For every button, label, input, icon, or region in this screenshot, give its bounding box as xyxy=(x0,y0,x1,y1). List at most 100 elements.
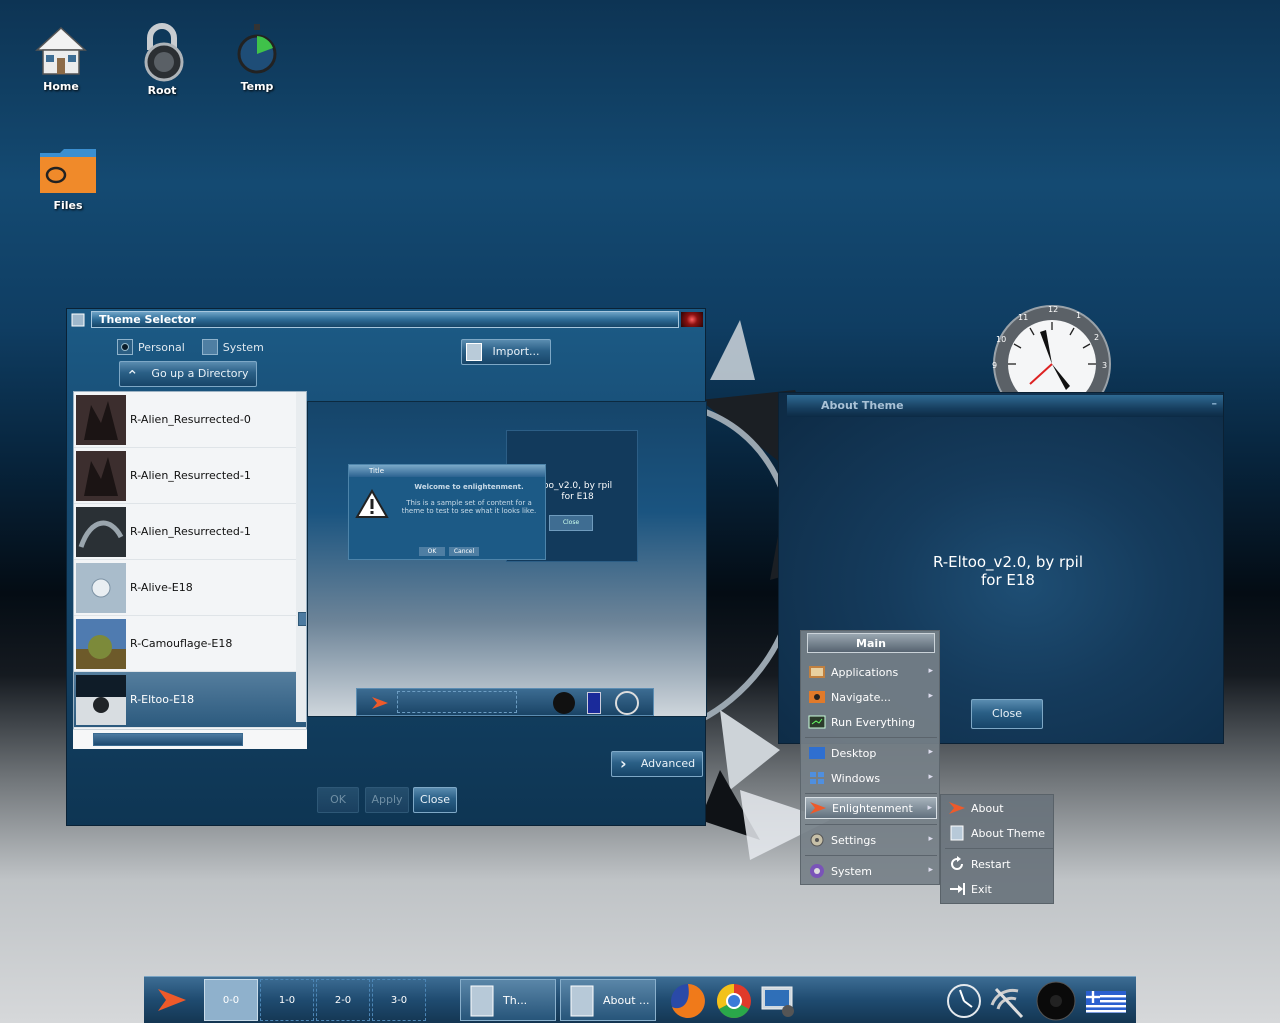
pager-desk-2[interactable]: 2-0 xyxy=(316,979,370,1021)
list-item[interactable]: R-Alien_Resurrected-1 xyxy=(74,448,306,504)
window-close-icon[interactable] xyxy=(681,312,703,327)
about-line: R-Eltoo_v2.0, by rpil xyxy=(932,553,1084,571)
keyboard-layout-flag-icon[interactable] xyxy=(1084,981,1128,1021)
list-item[interactable]: R-Alien_Resurrected-0 xyxy=(74,392,306,448)
submenu-arrow-icon: ▸ xyxy=(928,834,933,844)
firefox-icon[interactable] xyxy=(668,981,708,1021)
desktop-icon-temp[interactable]: Temp xyxy=(212,22,302,93)
theme-preview: oo_v2.0, by rpil for E18 Close Title Welc… xyxy=(307,401,707,717)
task-theme-selector[interactable]: Th... xyxy=(460,979,556,1021)
menu-item-settings[interactable]: Settings ▸ xyxy=(805,829,937,851)
preview-shelf xyxy=(356,688,654,716)
menu-item-applications[interactable]: Applications ▸ xyxy=(805,661,937,683)
list-item[interactable]: R-Alien_Resurrected-1 xyxy=(74,504,306,560)
menu-item-exit[interactable]: Exit xyxy=(945,878,1077,900)
menu-item-about-theme[interactable]: About Theme xyxy=(945,822,1077,844)
stopwatch-icon xyxy=(237,24,277,74)
theme-icon xyxy=(950,825,964,841)
preview-dialog-title: Title xyxy=(349,465,545,477)
list-item[interactable]: R-Alive-E18 xyxy=(74,560,306,616)
task-about-theme[interactable]: About ... xyxy=(560,979,656,1021)
about-close-button[interactable]: Close xyxy=(971,699,1043,729)
submenu-arrow-icon: ▸ xyxy=(927,803,932,813)
menu-item-about[interactable]: About xyxy=(945,797,1077,819)
desktop-icon-label: Temp xyxy=(240,80,274,93)
list-item-selected[interactable]: R-Eltoo-E18 xyxy=(74,672,306,728)
pager-desk-3[interactable]: 3-0 xyxy=(372,979,426,1021)
menu-item-label: Run Everything xyxy=(831,715,916,729)
pager-desk-0[interactable]: 0-0 xyxy=(204,979,258,1021)
menu-item-windows[interactable]: Windows ▸ xyxy=(805,767,937,789)
advanced-label: Advanced xyxy=(640,757,696,770)
clock-icon[interactable] xyxy=(944,981,984,1021)
desktop-icon-label: Root xyxy=(147,84,177,97)
menu-item-enlightenment[interactable]: Enlightenment ▸ xyxy=(805,797,937,819)
clock-number: 2 xyxy=(1094,333,1099,342)
task-label: Th... xyxy=(503,994,528,1007)
preview-cancel-button: Cancel xyxy=(449,547,479,556)
list-vertical-scrollbar[interactable] xyxy=(296,392,306,722)
menu-separator xyxy=(805,793,937,794)
window-titlebar[interactable]: Theme Selector xyxy=(91,311,679,328)
menu-item-system[interactable]: System ▸ xyxy=(805,860,937,882)
desktop-icon-home[interactable]: Home xyxy=(16,22,106,93)
list-horizontal-scrollbar[interactable] xyxy=(73,729,307,749)
desktop-clock: 12 1 2 3 9 10 11 xyxy=(992,305,1111,400)
clock-number: 3 xyxy=(1102,361,1107,370)
theme-list[interactable]: R-Alien_Resurrected-0 R-Alien_Resurrecte… xyxy=(73,391,307,749)
enlightenment-logo-icon xyxy=(949,802,965,814)
scrollbar-thumb[interactable] xyxy=(93,733,243,746)
exit-icon xyxy=(950,883,965,895)
scrollbar-thumb[interactable] xyxy=(298,612,306,626)
radio-personal[interactable] xyxy=(117,339,133,355)
menu-item-run-everything[interactable]: Run Everything xyxy=(805,711,937,733)
folder-icon xyxy=(40,149,96,193)
import-button[interactable]: Import... xyxy=(461,339,551,365)
menu-separator xyxy=(945,848,1053,849)
preview-ok-button: OK xyxy=(419,547,445,556)
clock-number: 11 xyxy=(1018,313,1028,322)
network-disconnected-icon[interactable] xyxy=(988,981,1028,1021)
theme-thumbnail xyxy=(76,618,126,669)
go-up-directory-button[interactable]: ⌃ Go up a Directory xyxy=(119,361,257,387)
minimize-icon[interactable]: – xyxy=(1212,397,1218,410)
desktop-icon xyxy=(809,747,825,759)
menu-item-label: Restart xyxy=(971,857,1011,871)
taskbar-shelf: 0-0 1-0 2-0 3-0 Th... About ... xyxy=(144,976,1136,1023)
chrome-icon[interactable] xyxy=(714,981,754,1021)
menu-item-label: Windows xyxy=(831,771,881,785)
warning-icon xyxy=(355,489,389,518)
clock-number: 12 xyxy=(1048,305,1058,314)
menu-item-label: Applications xyxy=(831,665,899,679)
window-titlebar[interactable]: About Theme – xyxy=(787,395,1223,417)
pager-desk-1[interactable]: 1-0 xyxy=(260,979,314,1021)
radio-system[interactable] xyxy=(201,339,218,355)
preview-dialog-body: This is a sample set of content for a th… xyxy=(401,499,537,515)
radio-personal-label[interactable]: Personal xyxy=(138,341,185,354)
menu-item-label: System xyxy=(831,864,873,878)
advanced-button[interactable]: › Advanced xyxy=(611,751,703,777)
radio-system-label[interactable]: System xyxy=(223,341,264,354)
import-label: Import... xyxy=(492,345,540,358)
window-app-icon[interactable] xyxy=(70,312,86,328)
apply-button[interactable]: Apply xyxy=(365,787,409,813)
menu-item-desktop[interactable]: Desktop ▸ xyxy=(805,742,937,764)
desktop-icon-root[interactable]: Root xyxy=(117,22,207,97)
preview-clock-icon xyxy=(615,691,639,715)
theme-name: R-Alien_Resurrected-1 xyxy=(130,469,251,482)
start-menu-icon[interactable] xyxy=(156,986,188,1014)
desktop-icon-files[interactable]: Files xyxy=(23,145,113,212)
menu-item-navigate[interactable]: Navigate... ▸ xyxy=(805,686,937,708)
list-item[interactable]: R-Camouflage-E18 xyxy=(74,616,306,672)
menu-item-label: Exit xyxy=(971,882,992,896)
volume-speaker-icon[interactable] xyxy=(1036,981,1076,1021)
menu-item-restart[interactable]: Restart xyxy=(945,853,1077,875)
close-button[interactable]: Close xyxy=(413,787,457,813)
theme-source-radio-group: Personal System xyxy=(117,339,264,355)
ok-button[interactable]: OK xyxy=(317,787,359,813)
menu-item-label: Navigate... xyxy=(831,690,891,704)
preview-text: oo_v2.0, by rpil xyxy=(543,481,613,491)
settings-icon xyxy=(810,833,824,847)
screenshot-icon[interactable] xyxy=(758,981,798,1021)
navigate-icon xyxy=(809,691,825,703)
